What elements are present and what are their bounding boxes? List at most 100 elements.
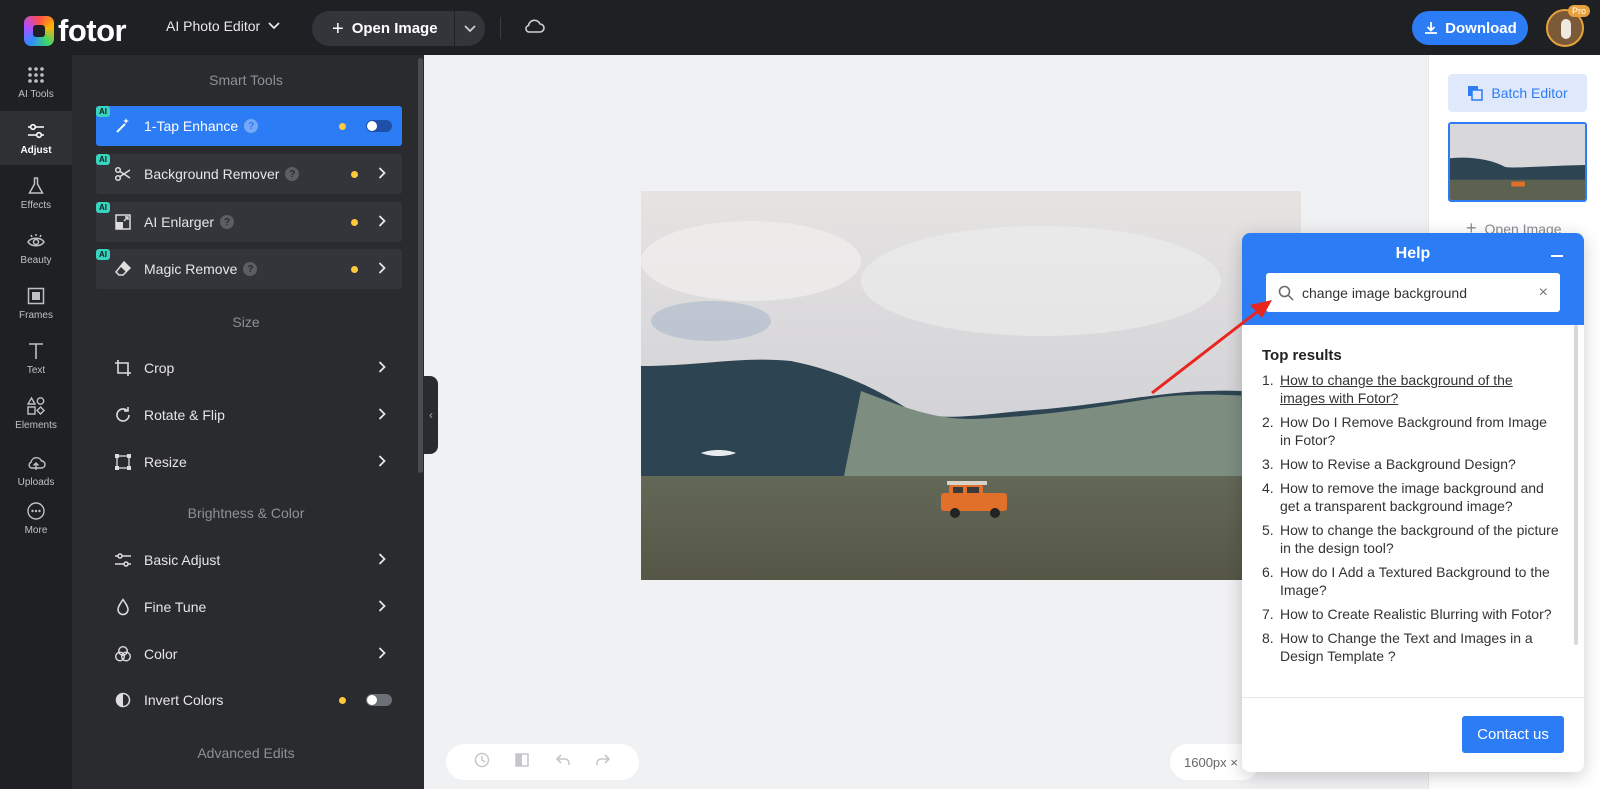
enhance-toggle[interactable]	[366, 120, 392, 132]
result-link[interactable]: How to remove the image background and g…	[1280, 479, 1560, 515]
rail-item-beauty[interactable]: Beauty	[0, 221, 72, 275]
batch-editor-button[interactable]: Batch Editor	[1448, 74, 1587, 112]
indicator-dot	[351, 170, 358, 178]
undo-icon[interactable]	[554, 751, 572, 774]
invert-toggle[interactable]	[366, 694, 392, 706]
tool-resize[interactable]: Resize	[96, 442, 402, 482]
chevron-right-icon	[378, 552, 386, 568]
chevron-down-icon	[268, 22, 280, 30]
collapse-panel-button[interactable]: ‹	[424, 376, 438, 454]
result-number: 1.	[1262, 372, 1274, 388]
logo-text: fotor	[58, 13, 127, 48]
download-label: Download	[1445, 19, 1517, 37]
tool-1-tap-enhance[interactable]: AI 1-Tap Enhance?	[96, 106, 402, 146]
tool-color[interactable]: Color	[96, 634, 402, 674]
droplet-icon	[114, 598, 132, 616]
rail-label: More	[24, 524, 48, 536]
results-title: Top results	[1262, 347, 1342, 364]
rail-item-adjust[interactable]: Adjust	[0, 111, 72, 165]
magic-wand-icon	[114, 117, 132, 135]
tool-crop[interactable]: Crop	[96, 348, 402, 388]
help-question-icon[interactable]: ?	[285, 167, 300, 181]
rail-item-elements[interactable]: Elements	[0, 386, 72, 440]
editor-mode-label: AI Photo Editor	[166, 18, 261, 34]
result-link[interactable]: How to Create Realistic Blurring with Fo…	[1280, 605, 1552, 623]
result-link[interactable]: How to change the background of the imag…	[1280, 371, 1560, 407]
tool-label: Resize	[144, 454, 187, 470]
help-search-box: ×	[1266, 273, 1560, 312]
result-link[interactable]: How Do I Remove Background from Image in…	[1280, 413, 1560, 449]
tool-magic-remove[interactable]: AI Magic Remove?	[96, 249, 402, 289]
open-image-button[interactable]: + Open Image	[312, 11, 454, 46]
result-item[interactable]: 7. How to Create Realistic Blurring with …	[1262, 605, 1560, 623]
tool-ai-enlarger[interactable]: AI AI Enlarger?	[96, 202, 402, 242]
tool-basic-adjust[interactable]: Basic Adjust	[96, 540, 402, 580]
result-item[interactable]: 3. How to Revise a Background Design?	[1262, 455, 1560, 473]
result-item[interactable]: 6. How do I Add a Textured Background to …	[1262, 563, 1560, 599]
rail-item-frames[interactable]: Frames	[0, 276, 72, 330]
tool-fine-tune[interactable]: Fine Tune	[96, 587, 402, 627]
result-link[interactable]: How to Change the Text and Images in a D…	[1280, 629, 1560, 665]
help-scrollbar[interactable]	[1574, 325, 1578, 645]
tool-invert-colors[interactable]: Invert Colors	[96, 680, 402, 720]
image-thumbnail[interactable]	[1448, 122, 1587, 202]
rail-label: Uploads	[17, 476, 55, 488]
rail-label: Frames	[19, 309, 53, 321]
download-button[interactable]: Download	[1412, 11, 1528, 45]
result-item[interactable]: 8. How to Change the Text and Images in a…	[1262, 629, 1560, 665]
enlarge-icon	[114, 213, 132, 231]
history-icon[interactable]	[473, 751, 491, 774]
tool-background-remover[interactable]: AI Background Remover?	[96, 154, 402, 194]
cloud-save-icon[interactable]	[523, 16, 545, 41]
plus-icon: +	[332, 17, 344, 40]
minimize-icon[interactable]	[1551, 255, 1563, 257]
indicator-dot	[351, 265, 358, 273]
result-item[interactable]: 5. How to change the background of the pi…	[1262, 521, 1560, 557]
section-title-smart-tools: Smart Tools	[209, 72, 283, 88]
redo-icon[interactable]	[594, 751, 612, 774]
section-title-advanced-edits: Advanced Edits	[197, 745, 295, 761]
open-image-dropdown-button[interactable]	[455, 11, 485, 46]
canvas-image[interactable]	[641, 191, 1301, 580]
flask-icon	[28, 176, 44, 194]
compare-icon[interactable]	[513, 751, 531, 774]
contact-us-button[interactable]: Contact us	[1462, 716, 1564, 753]
tool-rotate-flip[interactable]: Rotate & Flip	[96, 395, 402, 435]
clear-search-icon[interactable]: ×	[1539, 284, 1548, 302]
result-link[interactable]: How to Revise a Background Design?	[1280, 455, 1516, 473]
help-question-icon[interactable]: ?	[243, 262, 258, 276]
eraser-icon	[114, 260, 132, 278]
rail-item-ai-tools[interactable]: AI Tools	[0, 55, 72, 109]
editor-mode-dropdown[interactable]: AI Photo Editor	[166, 18, 280, 34]
panel-scrollbar[interactable]	[418, 58, 423, 473]
rotate-icon	[114, 406, 132, 424]
result-link[interactable]: How to change the background of the pict…	[1280, 521, 1560, 557]
rail-label: Text	[26, 364, 46, 376]
toolbar-divider	[500, 17, 501, 39]
resize-icon	[114, 453, 132, 471]
result-item[interactable]: 2. How Do I Remove Background from Image …	[1262, 413, 1560, 449]
result-link[interactable]: How do I Add a Textured Background to th…	[1280, 563, 1560, 599]
fotor-logo[interactable]: fotor	[24, 13, 127, 49]
tool-label: Basic Adjust	[144, 552, 221, 568]
ai-badge: AI	[96, 106, 110, 117]
help-search-input[interactable]	[1302, 284, 1539, 301]
canvas-bottom-toolbar	[446, 744, 639, 780]
chevron-right-icon	[378, 214, 386, 230]
result-number: 5.	[1262, 522, 1274, 538]
help-question-icon[interactable]: ?	[220, 215, 235, 229]
result-item[interactable]: 4. How to remove the image background and…	[1262, 479, 1560, 515]
result-item[interactable]: 1. How to change the background of the im…	[1262, 371, 1560, 407]
layers-icon	[1468, 86, 1484, 101]
section-title-brightness-color: Brightness & Color	[187, 505, 305, 521]
rail-item-effects[interactable]: Effects	[0, 166, 72, 220]
tool-label: 1-Tap Enhance	[144, 118, 239, 134]
rail-item-uploads[interactable]: Uploads	[0, 443, 72, 497]
help-question-icon[interactable]: ?	[244, 119, 259, 133]
download-icon	[1425, 22, 1438, 34]
rail-item-more[interactable]: More	[0, 491, 72, 545]
rail-item-text[interactable]: Text	[0, 331, 72, 385]
result-number: 6.	[1262, 564, 1274, 580]
result-number: 4.	[1262, 480, 1274, 496]
open-image-label: Open Image	[351, 20, 438, 37]
